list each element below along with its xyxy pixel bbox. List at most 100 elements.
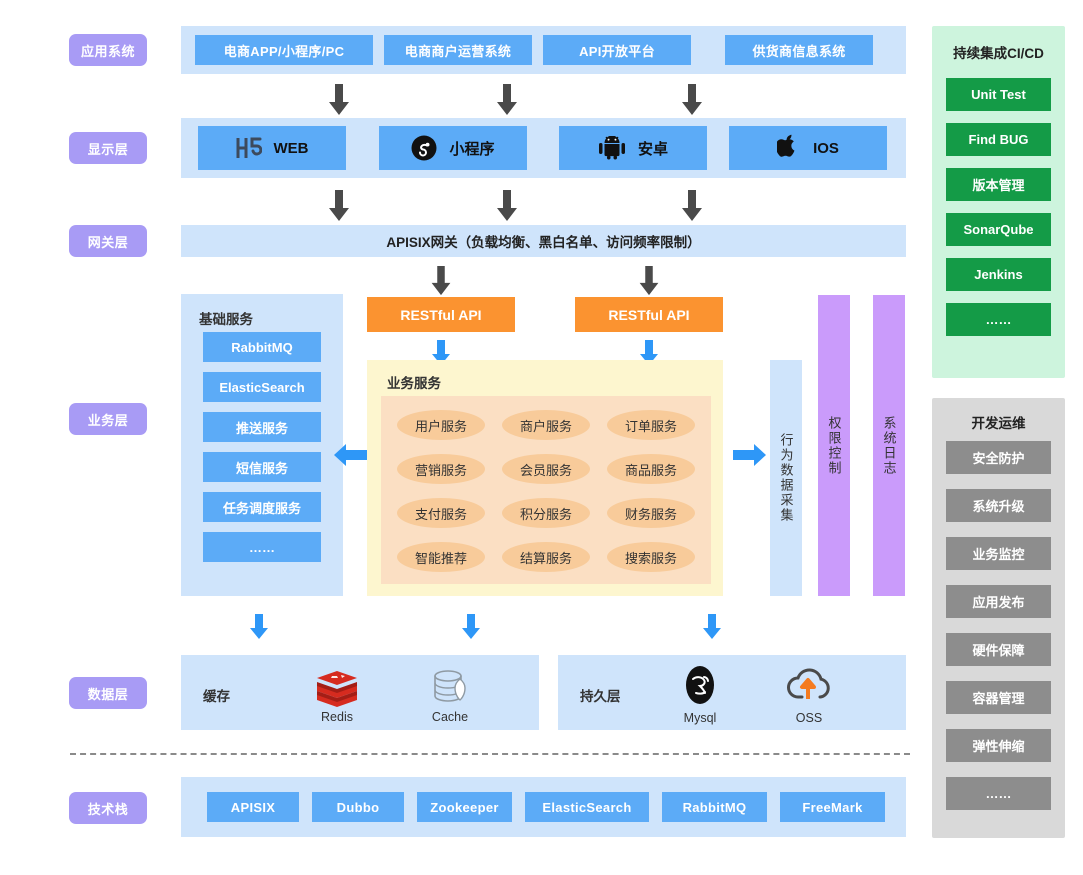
tech-stack-label: Dubbo	[336, 799, 380, 815]
devops-chip-5[interactable]: 容器管理	[946, 681, 1051, 714]
cicd-chip-4[interactable]: Jenkins	[946, 258, 1051, 291]
cicd-chip-label: Find BUG	[968, 132, 1029, 147]
display-client-card-web[interactable]: WEB	[198, 126, 346, 170]
cicd-chip-3[interactable]: SonarQube	[946, 213, 1051, 246]
devops-chip-4[interactable]: 硬件保障	[946, 633, 1051, 666]
tech-stack-chip-3[interactable]: ElasticSearch	[525, 792, 649, 822]
display-client-card-ios[interactable]: IOS	[729, 126, 887, 170]
cicd-panel: 持续集成CI/CD Unit Test Find BUG 版本管理 SonarQ…	[932, 26, 1065, 378]
devops-chip-label: 系统升级	[972, 499, 1025, 514]
app-system-label: 电商商户运营系统	[404, 43, 512, 59]
arrow-down-icon	[462, 614, 480, 639]
display-client-label: 安卓	[637, 140, 668, 158]
data-item-cache[interactable]: Cache	[429, 668, 471, 724]
data-layer-persist-panel: 持久层 Mysql OSS	[558, 655, 906, 730]
basic-service-chip-5[interactable]: ……	[203, 532, 321, 562]
side-column-label: 行为数据采集	[778, 433, 794, 523]
basic-service-chip-1[interactable]: ElasticSearch	[203, 372, 321, 402]
business-service-pill-7[interactable]: 积分服务	[502, 498, 590, 528]
tech-stack-label: FreeMark	[802, 799, 863, 815]
wechat-miniprogram-icon	[411, 135, 437, 161]
restful-api-label: RESTful API	[608, 306, 690, 323]
arrow-left-icon	[334, 444, 367, 466]
app-system-card-0[interactable]: 电商APP/小程序/PC	[195, 35, 373, 65]
layer-tag-display: 显示层	[69, 132, 147, 164]
tech-stack-chip-4[interactable]: RabbitMQ	[662, 792, 767, 822]
oss-cloud-icon	[787, 668, 830, 699]
business-service-label: 智能推荐	[414, 550, 467, 566]
display-client-label: IOS	[813, 139, 839, 157]
restful-api-box-0[interactable]: RESTful API	[367, 297, 515, 332]
persist-title: 持久层	[580, 689, 621, 704]
devops-chip-label: 弹性伸缩	[972, 739, 1025, 754]
devops-chip-6[interactable]: 弹性伸缩	[946, 729, 1051, 762]
side-column-system-log[interactable]: 系统日志	[873, 295, 905, 596]
business-service-pill-5[interactable]: 商品服务	[607, 454, 695, 484]
display-client-card-android[interactable]: 安卓	[559, 126, 707, 170]
devops-chip-3[interactable]: 应用发布	[946, 585, 1051, 618]
business-service-pill-4[interactable]: 会员服务	[502, 454, 590, 484]
cicd-chip-0[interactable]: Unit Test	[946, 78, 1051, 111]
gateway-bar[interactable]: APISIX网关（负载均衡、黑白名单、访问频率限制）	[181, 225, 906, 257]
side-column-permission-control[interactable]: 权限控制	[818, 295, 850, 596]
tech-stack-label: RabbitMQ	[682, 799, 747, 815]
arrow-down-icon	[639, 266, 659, 296]
business-service-label: 支付服务	[414, 506, 467, 522]
cicd-chip-label: ……	[985, 312, 1012, 327]
data-item-oss[interactable]: OSS	[786, 665, 832, 725]
business-service-label: 搜索服务	[624, 550, 677, 566]
tech-stack-chip-5[interactable]: FreeMark	[780, 792, 885, 822]
cicd-chip-2[interactable]: 版本管理	[946, 168, 1051, 201]
devops-chip-2[interactable]: 业务监控	[946, 537, 1051, 570]
section-divider	[70, 753, 910, 755]
app-system-card-3[interactable]: 供货商信息系统	[725, 35, 873, 65]
devops-panel: 开发运维 安全防护 系统升级 业务监控 应用发布 硬件保障 容器管理 弹性伸缩 …	[932, 398, 1065, 838]
basic-service-chip-3[interactable]: 短信服务	[203, 452, 321, 482]
business-service-pill-9[interactable]: 智能推荐	[397, 542, 485, 572]
cicd-chip-5[interactable]: ……	[946, 303, 1051, 336]
business-service-pill-0[interactable]: 用户服务	[397, 410, 485, 440]
business-service-pill-2[interactable]: 订单服务	[607, 410, 695, 440]
app-system-card-1[interactable]: 电商商户运营系统	[384, 35, 532, 65]
data-item-mysql[interactable]: Mysql	[678, 665, 722, 725]
business-service-pill-11[interactable]: 搜索服务	[607, 542, 695, 572]
devops-chip-label: 应用发布	[972, 595, 1025, 610]
basic-service-chip-2[interactable]: 推送服务	[203, 412, 321, 442]
data-item-redis[interactable]: Redis	[315, 670, 359, 724]
tech-stack-label: APISIX	[230, 799, 276, 815]
business-service-label: 商户服务	[519, 418, 572, 434]
business-services-panel: 业务服务 用户服务 商户服务 订单服务 营销服务 会员服务 商品服务 支付服务 …	[367, 360, 723, 596]
tech-stack-label: ElasticSearch	[542, 799, 632, 815]
tech-stack-chip-1[interactable]: Dubbo	[312, 792, 404, 822]
basic-service-chip-0[interactable]: RabbitMQ	[203, 332, 321, 362]
data-item-label: OSS	[795, 711, 823, 725]
basic-service-label: RabbitMQ	[231, 339, 293, 355]
business-service-pill-6[interactable]: 支付服务	[397, 498, 485, 528]
app-system-label: API开放平台	[579, 43, 655, 59]
app-system-card-2[interactable]: API开放平台	[543, 35, 691, 65]
tech-stack-label: Zookeeper	[430, 799, 499, 815]
devops-chip-1[interactable]: 系统升级	[946, 489, 1051, 522]
side-column-behavior-collection[interactable]: 行为数据采集	[770, 360, 802, 596]
basic-service-chip-4[interactable]: 任务调度服务	[203, 492, 321, 522]
arrow-down-icon	[703, 614, 721, 639]
app-systems-band: 电商APP/小程序/PC 电商商户运营系统 API开放平台 供货商信息系统	[181, 26, 906, 74]
cicd-title: 持续集成CI/CD	[953, 46, 1044, 61]
business-service-pill-1[interactable]: 商户服务	[502, 410, 590, 440]
business-service-pill-8[interactable]: 财务服务	[607, 498, 695, 528]
display-client-card-miniprogram[interactable]: 小程序	[379, 126, 527, 170]
business-service-pill-3[interactable]: 营销服务	[397, 454, 485, 484]
business-service-pill-10[interactable]: 结算服务	[502, 542, 590, 572]
side-column-label: 系统日志	[881, 415, 897, 476]
cicd-chip-1[interactable]: Find BUG	[946, 123, 1051, 156]
restful-api-box-1[interactable]: RESTful API	[575, 297, 723, 332]
data-item-label: Redis	[321, 710, 353, 724]
business-service-label: 会员服务	[519, 462, 572, 478]
layer-tag-business: 业务层	[69, 403, 147, 435]
devops-chip-0[interactable]: 安全防护	[946, 441, 1051, 474]
tech-stack-chip-2[interactable]: Zookeeper	[417, 792, 512, 822]
devops-chip-7[interactable]: ……	[946, 777, 1051, 810]
tech-stack-band: APISIX Dubbo Zookeeper ElasticSearch Rab…	[181, 777, 906, 837]
basic-services-panel: 基础服务 RabbitMQ ElasticSearch 推送服务 短信服务 任务…	[181, 294, 343, 596]
tech-stack-chip-0[interactable]: APISIX	[207, 792, 299, 822]
